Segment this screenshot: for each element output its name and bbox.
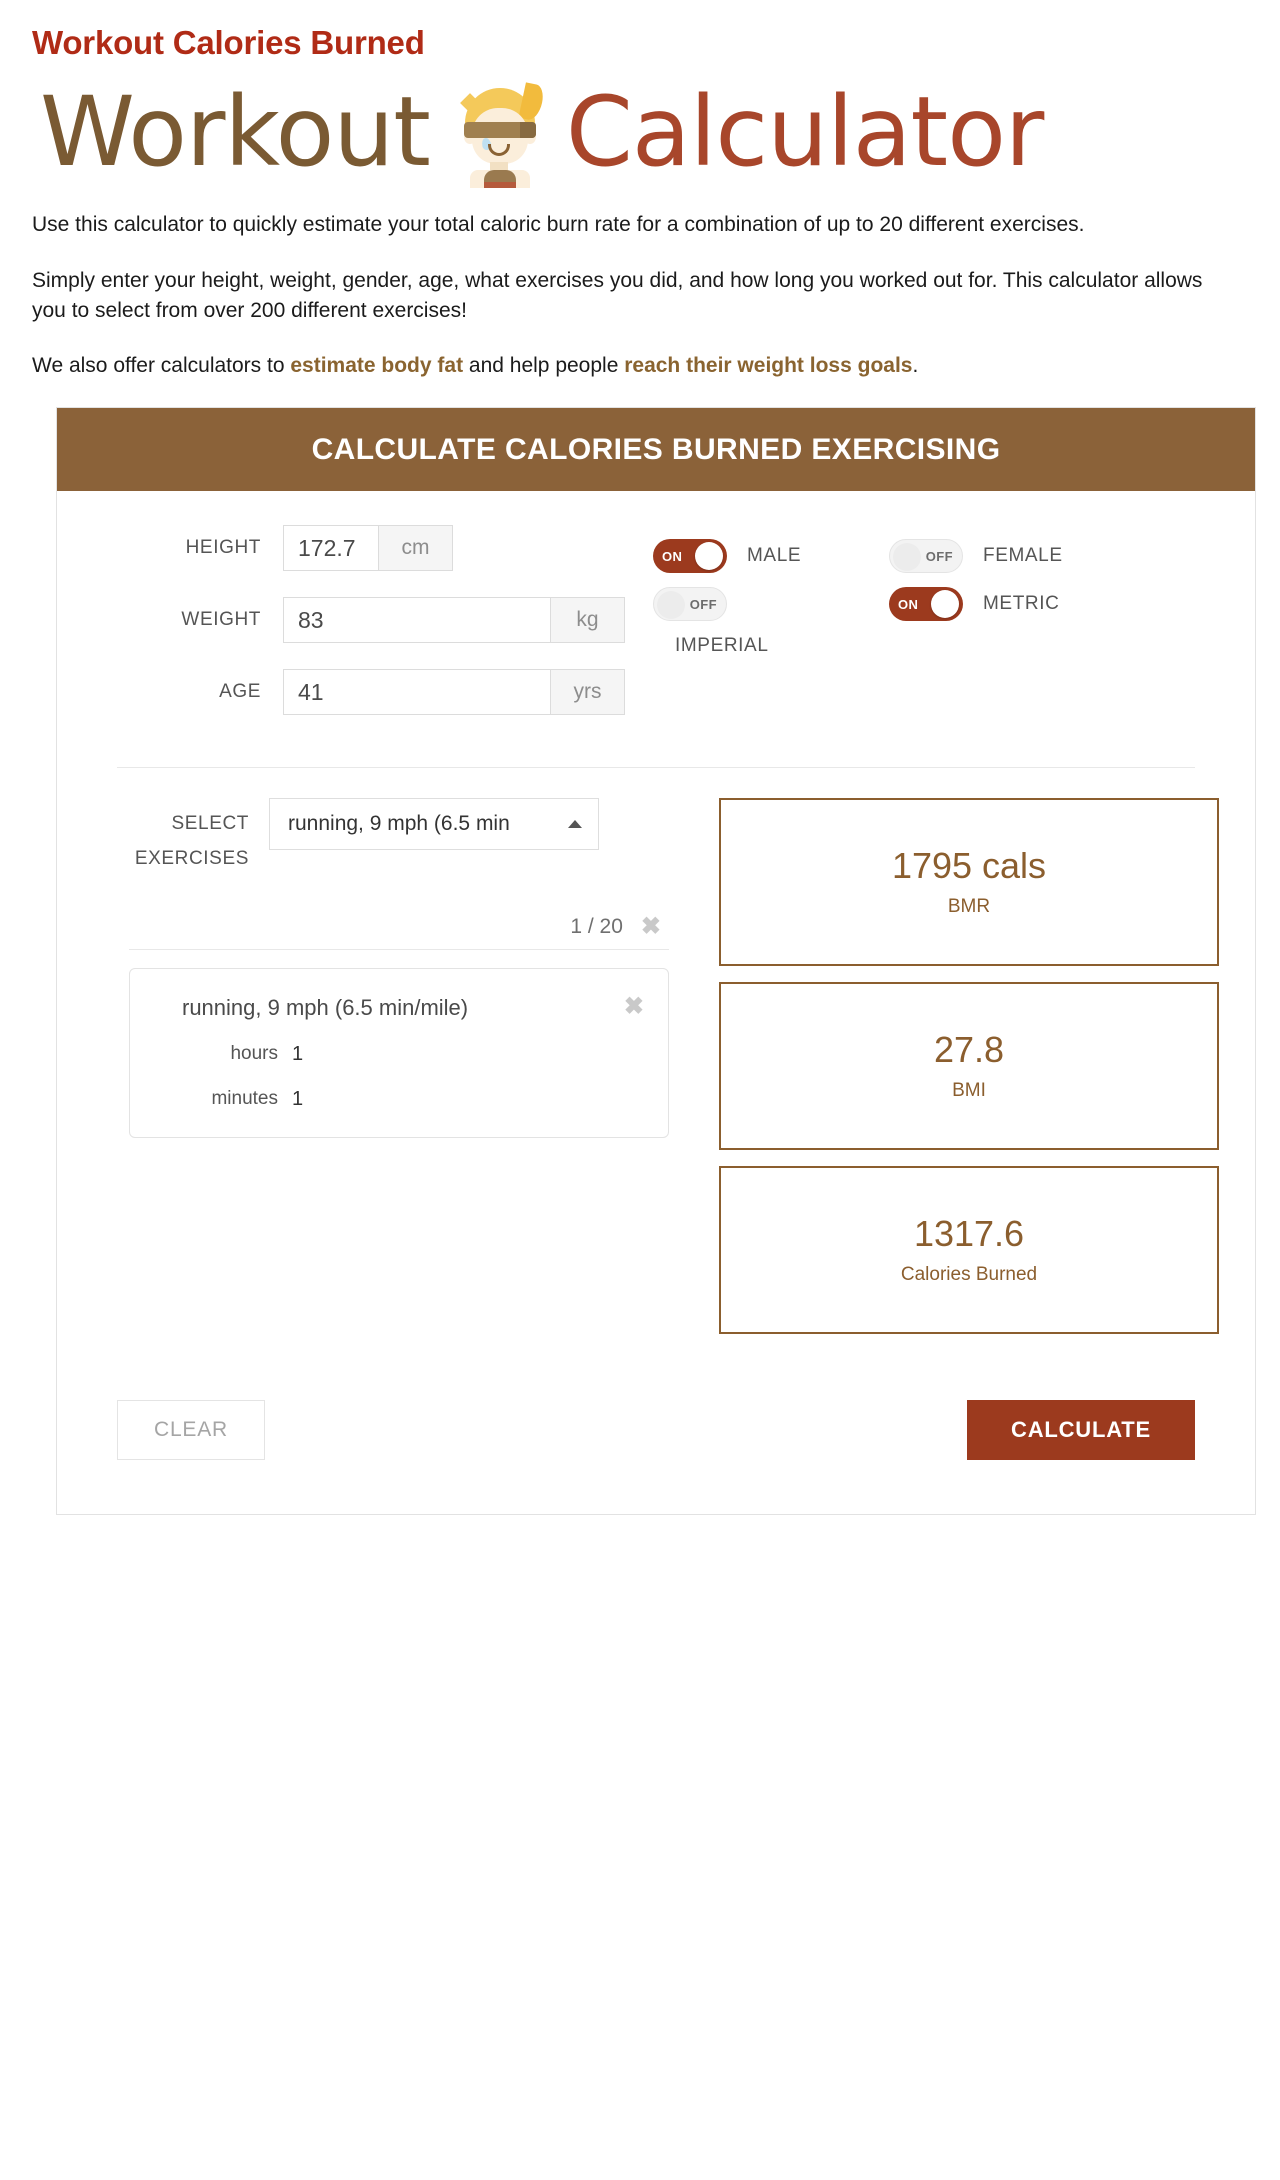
exercise-minutes-label: minutes <box>211 1088 278 1110</box>
height-input[interactable] <box>283 525 379 572</box>
calculator-header: CALCULATE CALORIES BURNED EXERCISING <box>57 408 1255 492</box>
intro-paragraph-1: Use this calculator to quickly estimate … <box>32 213 1085 236</box>
height-row: HEIGHT cm <box>153 525 653 572</box>
weight-row: WEIGHT kg <box>153 597 653 644</box>
weight-label: WEIGHT <box>181 609 261 631</box>
imperial-toggle-knob <box>657 591 685 620</box>
age-row: AGE yrs <box>153 669 653 716</box>
female-toggle-state: OFF <box>925 548 953 564</box>
result-label-bmi: BMI <box>952 1080 986 1102</box>
page-root: Workout Calories Burned Workout Calculat… <box>0 24 1280 1516</box>
imperial-toggle-cell: OFF <box>653 587 889 622</box>
exercise-hours-row: hours 1 <box>152 1043 646 1066</box>
measurement-fields: HEIGHT cm WEIGHT kg <box>93 525 653 741</box>
calculate-button[interactable]: CALCULATE <box>967 1400 1195 1461</box>
result-value-bmr: 1795 cals <box>891 845 1047 887</box>
link-weight-loss-goals[interactable]: reach their weight loss goals <box>624 354 912 377</box>
imperial-toggle-label: IMPERIAL <box>675 635 769 657</box>
intro-p3-after: . <box>912 354 919 378</box>
select-exercises-label-line2: EXERCISES <box>134 848 249 870</box>
weight-unit: kg <box>551 597 625 644</box>
result-label-bmr: BMR <box>947 896 991 918</box>
weight-input-group: kg <box>283 597 625 644</box>
age-input-group: yrs <box>283 669 625 716</box>
imperial-toggle-state: OFF <box>689 596 717 612</box>
exercise-column: SELECT EXERCISES running, 9 mph (6.5 min… <box>93 798 693 1350</box>
female-toggle-cell: OFF FEMALE <box>889 539 1125 574</box>
exercise-and-results-section: SELECT EXERCISES running, 9 mph (6.5 min… <box>93 798 1219 1350</box>
intro-paragraph-2: Simply enter your height, weight, gender… <box>32 268 1203 322</box>
male-toggle-knob <box>695 542 723 571</box>
exercise-card: ✖ running, 9 mph (6.5 min/mile) hours 1 … <box>129 967 669 1138</box>
clear-all-exercises-icon[interactable]: ✖ <box>641 914 661 939</box>
exercise-card-title: running, 9 mph (6.5 min/mile) <box>182 994 469 1020</box>
exercise-minutes-row: minutes 1 <box>152 1088 646 1111</box>
imperial-toggle[interactable]: OFF <box>653 587 727 622</box>
result-value-calories-burned: 1317.6 <box>913 1213 1025 1255</box>
metric-toggle-knob <box>931 590 959 619</box>
measurements-section: HEIGHT cm WEIGHT kg <box>93 525 1219 741</box>
calculator-panel: CALCULATE CALORIES BURNED EXERCISING HEI… <box>56 407 1256 1516</box>
site-logo: Workout Calculator <box>40 72 1252 192</box>
exercise-select-value: running, 9 mph (6.5 min <box>288 812 510 836</box>
calculator-body: HEIGHT cm WEIGHT kg <box>57 491 1255 1514</box>
male-toggle-cell: ON MALE <box>653 539 889 574</box>
results-column: 1795 cals BMR 27.8 BMI 1317.6 Calories B… <box>693 798 1219 1350</box>
age-input[interactable] <box>283 669 551 716</box>
result-box-calories-burned: 1317.6 Calories Burned <box>719 1166 1219 1335</box>
age-unit: yrs <box>551 669 625 716</box>
height-label: HEIGHT <box>185 537 261 559</box>
chevron-up-icon <box>568 820 582 829</box>
exercise-counter-row: 1 / 20 ✖ <box>129 914 669 939</box>
action-buttons: CLEAR CALCULATE <box>117 1400 1195 1461</box>
age-label: AGE <box>219 681 261 703</box>
intro-p3-middle: and help people <box>463 354 625 378</box>
result-box-bmr: 1795 cals BMR <box>719 798 1219 967</box>
gender-toggle-row: ON MALE OFF FEMALE <box>653 539 1219 574</box>
result-value-bmi: 27.8 <box>933 1029 1005 1071</box>
exercise-hours-label: hours <box>230 1043 278 1065</box>
workout-mascot-icon <box>452 82 548 188</box>
logo-word-calculator: Calculator <box>565 76 1044 188</box>
result-box-bmi: 27.8 BMI <box>719 982 1219 1151</box>
exercise-counter-rule <box>129 948 669 950</box>
metric-toggle-label: METRIC <box>983 593 1060 615</box>
units-toggle-row: OFF ON METRIC <box>653 587 1219 622</box>
logo-word-workout: Workout <box>40 76 431 188</box>
male-toggle[interactable]: ON <box>653 539 727 574</box>
intro-p3-before: We also offer calculators to <box>32 354 291 378</box>
female-toggle[interactable]: OFF <box>889 539 963 574</box>
metric-toggle-cell: ON METRIC <box>889 587 1125 622</box>
remove-exercise-icon[interactable]: ✖ <box>624 994 644 1019</box>
link-estimate-body-fat[interactable]: estimate body fat <box>290 354 463 377</box>
metric-toggle[interactable]: ON <box>889 587 963 622</box>
exercise-counter: 1 / 20 <box>570 914 623 938</box>
exercise-select[interactable]: running, 9 mph (6.5 min <box>269 798 599 851</box>
intro-text: Use this calculator to quickly estimate … <box>32 210 1207 381</box>
male-toggle-label: MALE <box>747 545 802 567</box>
intro-paragraph-3: We also offer calculators to estimate bo… <box>32 351 1207 381</box>
section-divider <box>117 767 1195 769</box>
exercise-hours-value[interactable]: 1 <box>292 1043 303 1066</box>
female-toggle-label: FEMALE <box>983 545 1063 567</box>
page-title: Workout Calories Burned <box>32 24 425 61</box>
male-toggle-state: ON <box>662 548 683 564</box>
clear-button[interactable]: CLEAR <box>117 1400 265 1461</box>
female-toggle-knob <box>893 543 921 572</box>
exercise-select-row: SELECT EXERCISES running, 9 mph (6.5 min <box>129 798 693 876</box>
result-label-calories-burned: Calories Burned <box>900 1264 1038 1286</box>
select-exercises-label-line1: SELECT <box>171 813 249 835</box>
select-exercises-label: SELECT EXERCISES <box>129 798 269 876</box>
metric-toggle-state: ON <box>898 596 919 612</box>
height-input-group: cm <box>283 525 453 572</box>
weight-input[interactable] <box>283 597 551 644</box>
height-unit: cm <box>379 525 453 572</box>
exercise-minutes-value[interactable]: 1 <box>292 1088 303 1111</box>
toggle-fields: ON MALE OFF FEMALE OFF ON METRIC IMPERIA… <box>653 525 1219 741</box>
